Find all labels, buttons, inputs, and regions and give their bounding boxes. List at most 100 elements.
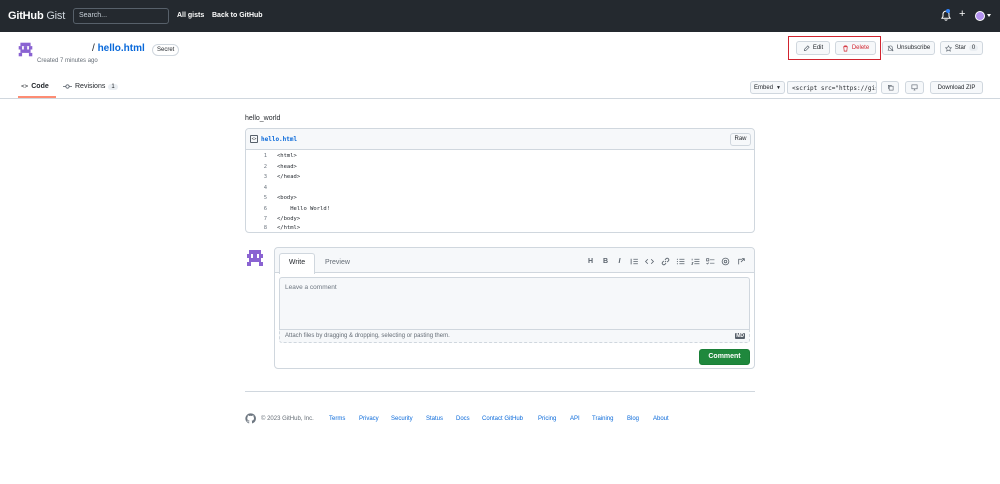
line-content: </body> (277, 216, 301, 222)
copyright-text: © 2023 GitHub, Inc. (261, 416, 314, 422)
task-list-icon[interactable] (706, 257, 715, 266)
footer-link-privacy[interactable]: Privacy (359, 416, 379, 422)
footer-link-training[interactable]: Training (592, 416, 613, 422)
line-number[interactable]: 6 (246, 206, 267, 212)
comment-textarea[interactable]: Leave a comment (279, 277, 750, 329)
download-zip-button[interactable]: Download ZIP (930, 81, 983, 94)
secret-badge: Secret (152, 44, 180, 56)
tab-preview[interactable]: Preview (325, 259, 350, 266)
open-desktop-button[interactable] (905, 81, 924, 94)
star-icon (944, 44, 952, 52)
file-name-link[interactable]: hello.html (261, 136, 297, 143)
footer-link-api[interactable]: API (570, 416, 580, 422)
footer-link-pricing[interactable]: Pricing (538, 416, 556, 422)
tab-revisions[interactable]: Revisions 1 (63, 83, 118, 90)
all-gists-link[interactable]: All gists (177, 12, 204, 19)
bell-slash-icon (887, 45, 894, 51)
code-line: 3 </head> (246, 172, 301, 182)
gist-filename-link[interactable]: hello.html (98, 43, 145, 54)
github-gist-logo[interactable]: GitHub Gist (8, 10, 65, 22)
line-number[interactable]: 5 (246, 195, 267, 201)
footer-link-docs[interactable]: Docs (456, 416, 470, 422)
mention-icon[interactable] (721, 257, 730, 266)
line-content: <body> (277, 195, 297, 201)
footer-link-about[interactable]: About (653, 416, 669, 422)
quote-icon[interactable] (630, 257, 639, 266)
comment-form: Write Preview H B I Leave a comment Atta… (274, 247, 755, 369)
line-number[interactable]: 8 (246, 225, 267, 231)
star-label: Star (954, 45, 966, 51)
star-count: 0 (968, 45, 979, 51)
tab-write[interactable]: Write (279, 253, 315, 274)
code-icon[interactable] (645, 257, 654, 266)
cross-reference-icon[interactable] (737, 257, 746, 266)
revisions-count: 1 (108, 83, 118, 90)
back-to-github-link[interactable]: Back to GitHub (212, 12, 263, 19)
code-line: 2 <head> (246, 162, 297, 172)
line-content: <head> (277, 163, 297, 170)
footer-link-status[interactable]: Status (426, 416, 443, 422)
italic-icon[interactable]: I (615, 257, 624, 266)
search-input[interactable]: Search... (73, 8, 169, 24)
code-line: 1 <html> (246, 151, 297, 161)
user-avatar[interactable] (975, 11, 985, 21)
attach-files-text: Attach files by dragging & dropping, sel… (285, 333, 450, 339)
line-number[interactable]: 3 (246, 174, 267, 180)
comment-toolbar: Write Preview H B I (275, 248, 754, 274)
tab-code[interactable]: <> Code (21, 83, 49, 90)
author-avatar[interactable] (17, 41, 34, 58)
chevron-down-icon[interactable] (987, 14, 991, 17)
tab-revisions-label: Revisions (75, 83, 106, 90)
embed-url-field[interactable]: <script src="https://gis (787, 81, 877, 94)
embed-dropdown[interactable]: Embed ▼ (750, 81, 785, 94)
tabs-divider (0, 98, 1000, 99)
raw-button[interactable]: Raw (730, 133, 751, 146)
ordered-list-icon[interactable] (691, 257, 700, 266)
file-header: <> hello.html Raw (246, 129, 754, 150)
footer-link-security[interactable]: Security (391, 416, 413, 422)
copy-icon (887, 85, 893, 91)
caret-down-icon: ▼ (776, 84, 781, 91)
github-logo-icon[interactable] (245, 413, 256, 424)
star-button[interactable]: Star 0 (940, 41, 983, 55)
code-line: 5 <body> (246, 193, 297, 203)
footer-divider (245, 391, 755, 392)
footer-link-contact[interactable]: Contact GitHub (482, 416, 523, 422)
gist-breadcrumb: / hello.html (92, 43, 145, 54)
line-content: <html> (277, 153, 297, 159)
unsubscribe-label: Unsubscribe (896, 45, 931, 51)
heading-icon[interactable]: H (586, 257, 595, 266)
create-new-icon[interactable]: + (959, 8, 965, 20)
code-line: 6 Hello World! (246, 204, 330, 214)
tab-code-label: Code (31, 83, 49, 90)
line-content: </html> (277, 225, 301, 231)
breadcrumb-separator: / (92, 43, 95, 54)
line-content: Hello World! (277, 205, 330, 212)
footer-link-terms[interactable]: Terms (329, 416, 345, 422)
file-code-icon: <> (250, 135, 258, 143)
logo-github-text: GitHub (8, 10, 44, 22)
line-number[interactable]: 4 (246, 185, 267, 191)
comment-placeholder: Leave a comment (285, 284, 337, 291)
top-navigation-bar: GitHub Gist Search... All gists Back to … (0, 0, 1000, 32)
attach-files-area[interactable]: Attach files by dragging & dropping, sel… (279, 329, 750, 343)
line-number[interactable]: 2 (246, 164, 267, 170)
comment-submit-button[interactable]: Comment (699, 349, 750, 365)
gist-description: hello_world (245, 115, 281, 122)
link-icon[interactable] (661, 257, 670, 266)
line-number[interactable]: 1 (246, 153, 267, 159)
markdown-icon[interactable]: MD (735, 333, 745, 339)
bold-icon[interactable]: B (601, 257, 610, 266)
unsubscribe-button[interactable]: Unsubscribe (882, 41, 935, 55)
edit-delete-highlight (788, 36, 881, 60)
notification-dot (946, 9, 950, 13)
search-placeholder: Search... (79, 12, 108, 19)
code-icon: <> (21, 83, 29, 90)
copy-button[interactable] (881, 81, 899, 94)
commit-icon (63, 84, 72, 89)
line-number[interactable]: 7 (246, 216, 267, 222)
logo-gist-text: Gist (46, 10, 66, 22)
unordered-list-icon[interactable] (676, 257, 685, 266)
footer-link-blog[interactable]: Blog (627, 416, 639, 422)
commenter-avatar[interactable] (245, 248, 265, 268)
